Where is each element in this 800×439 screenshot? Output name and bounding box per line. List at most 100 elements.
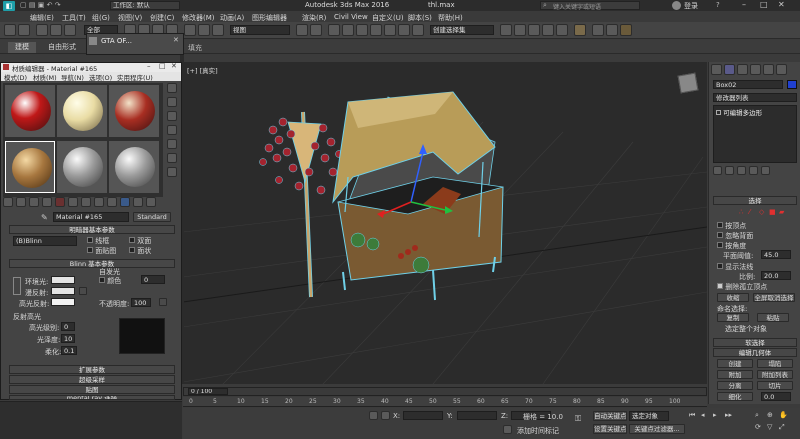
create-tab-icon[interactable] bbox=[711, 64, 722, 75]
edge-icon[interactable]: ⁄ bbox=[749, 208, 750, 216]
hierarchy-tab-icon[interactable] bbox=[737, 64, 748, 75]
sample-type-icon[interactable] bbox=[167, 83, 177, 93]
maximize-icon[interactable]: □ bbox=[760, 0, 768, 9]
undo-tool-icon[interactable] bbox=[4, 24, 16, 36]
zoom-all-icon[interactable]: ⊕ bbox=[767, 411, 773, 419]
attach-button[interactable]: 附加 bbox=[717, 370, 753, 379]
edit-geometry-rollout[interactable]: 编辑几何体 bbox=[713, 348, 797, 357]
toggle-scene-explorer-icon[interactable] bbox=[500, 24, 512, 36]
redo-tool-icon[interactable] bbox=[18, 24, 30, 36]
open-icon[interactable]: ▤ bbox=[29, 1, 36, 9]
snaps-toggle-icon[interactable] bbox=[328, 24, 340, 36]
schematic-view-icon[interactable] bbox=[556, 24, 568, 36]
show-end-result-icon[interactable] bbox=[120, 197, 130, 207]
spinner-snap-icon[interactable] bbox=[370, 24, 382, 36]
viewport-label[interactable]: [+] [真实] bbox=[187, 65, 218, 75]
by-vertex-checkbox[interactable]: 按顶点 bbox=[717, 221, 746, 231]
collapse-button[interactable]: 塌陷 bbox=[757, 359, 793, 368]
user-icon[interactable] bbox=[672, 1, 681, 10]
pan-icon[interactable]: ✋ bbox=[779, 411, 788, 419]
play-icon[interactable]: ▸ bbox=[713, 411, 717, 419]
soften-value[interactable]: 0.1 bbox=[61, 346, 77, 355]
material-name-field[interactable]: Material #165 bbox=[53, 212, 129, 222]
gta-close-icon[interactable]: ✕ bbox=[173, 36, 179, 44]
y-coordinate-field[interactable] bbox=[457, 411, 497, 420]
x-coordinate-field[interactable] bbox=[403, 411, 443, 420]
options-icon[interactable] bbox=[167, 167, 177, 177]
make-unique-icon[interactable] bbox=[68, 197, 78, 207]
reset-map-icon[interactable] bbox=[42, 197, 52, 207]
backlight-icon[interactable] bbox=[167, 97, 177, 107]
close-icon[interactable]: ✕ bbox=[778, 0, 785, 9]
mental-ray-rollout[interactable]: mental ray 连接 bbox=[9, 395, 175, 400]
blinn-basic-rollout[interactable]: Blinn 基本参数 bbox=[9, 259, 175, 268]
material-editor-close-icon[interactable]: ✕ bbox=[171, 62, 177, 70]
frame-counter[interactable]: 0 / 100 bbox=[188, 388, 228, 395]
save-icon[interactable]: ▣ bbox=[38, 1, 45, 9]
sample-slot-6[interactable] bbox=[109, 141, 159, 193]
attach-list-button[interactable]: 附加列表 bbox=[757, 370, 793, 379]
material-editor-maximize-icon[interactable]: □ bbox=[159, 62, 166, 70]
put-to-scene-icon[interactable] bbox=[16, 197, 26, 207]
ribbon-tab-freeform[interactable]: 自由形式 bbox=[42, 42, 82, 53]
me-menu-material[interactable]: 材质(M) bbox=[33, 72, 57, 82]
tessellate-value[interactable]: 0.0 bbox=[761, 392, 791, 401]
login-link[interactable]: 登录 bbox=[684, 1, 698, 11]
unlink-icon[interactable] bbox=[50, 24, 62, 36]
me-menu-mode[interactable]: 模式(D) bbox=[4, 72, 27, 82]
object-name-field[interactable]: Box02 bbox=[713, 80, 783, 89]
maxscript-listener[interactable] bbox=[0, 401, 182, 439]
render-setup-icon[interactable] bbox=[592, 24, 604, 36]
undo-icon[interactable]: ↶ bbox=[47, 1, 53, 9]
make-unique-stack-icon[interactable] bbox=[737, 166, 746, 175]
element-icon[interactable]: ▰ bbox=[779, 208, 784, 216]
me-menu-navigation[interactable]: 导航(N) bbox=[61, 72, 84, 82]
self-illum-value[interactable]: 0 bbox=[141, 275, 165, 284]
rotate-icon[interactable] bbox=[198, 24, 210, 36]
show-end-result-stack-icon[interactable] bbox=[725, 166, 734, 175]
auto-key-button[interactable]: 自动关键点 bbox=[593, 411, 627, 421]
sample-slot-3[interactable] bbox=[109, 85, 159, 137]
sample-slot-1[interactable] bbox=[5, 85, 55, 137]
shader-type-dropdown[interactable]: (B)Blinn bbox=[13, 236, 77, 246]
ambient-swatch[interactable] bbox=[51, 276, 75, 284]
material-id-icon[interactable] bbox=[94, 197, 104, 207]
view-cube-icon[interactable] bbox=[677, 72, 699, 94]
show-map-icon[interactable] bbox=[107, 197, 117, 207]
face-map-checkbox[interactable]: 面贴图 bbox=[87, 246, 116, 256]
skewer-model[interactable] bbox=[259, 111, 343, 298]
key-filters-button[interactable]: 关键点过滤器... bbox=[629, 424, 685, 434]
angle-snap-icon[interactable] bbox=[342, 24, 354, 36]
tessellate-button[interactable]: 细化 bbox=[717, 392, 753, 401]
assign-to-selection-icon[interactable] bbox=[29, 197, 39, 207]
soft-selection-rollout[interactable]: 软选择 bbox=[713, 338, 797, 347]
color-checkbox[interactable]: 颜色 bbox=[99, 276, 121, 286]
me-menu-options[interactable]: 选项(O) bbox=[89, 72, 112, 82]
rendered-frame-window-icon[interactable] bbox=[606, 24, 618, 36]
toggle-layer-explorer-icon[interactable] bbox=[514, 24, 526, 36]
select-all-button[interactable]: 全屏取消选择 bbox=[753, 293, 795, 302]
orbit-icon[interactable]: ⟳ bbox=[755, 423, 761, 431]
help-icon[interactable]: ? bbox=[716, 1, 720, 9]
planar-threshold-value[interactable]: 45.0 bbox=[761, 250, 791, 259]
sample-slot-4[interactable] bbox=[5, 141, 55, 193]
background-icon[interactable] bbox=[167, 111, 177, 121]
polygon-icon[interactable]: ■ bbox=[769, 208, 776, 216]
app-logo-icon[interactable]: ◧ bbox=[3, 1, 15, 11]
field-of-view-icon[interactable]: ▽ bbox=[767, 423, 772, 431]
modify-tab-icon[interactable] bbox=[724, 64, 735, 75]
time-slider[interactable]: 0 / 100 bbox=[183, 387, 707, 396]
delete-material-icon[interactable] bbox=[55, 197, 65, 207]
minimize-icon[interactable]: – bbox=[742, 0, 746, 9]
mirror-icon[interactable] bbox=[398, 24, 410, 36]
add-time-tag-label[interactable]: 添加时间标记 bbox=[517, 426, 559, 436]
opacity-value[interactable]: 100 bbox=[131, 298, 151, 307]
object-color-swatch[interactable] bbox=[787, 80, 797, 89]
percent-snap-icon[interactable] bbox=[356, 24, 368, 36]
go-to-start-icon[interactable]: ⏮ bbox=[689, 411, 695, 420]
diffuse-swatch[interactable] bbox=[51, 287, 75, 295]
uv-tiling-icon[interactable] bbox=[167, 125, 177, 135]
sample-slot-5[interactable] bbox=[57, 141, 107, 193]
material-editor-minimize-icon[interactable]: – bbox=[147, 62, 151, 70]
by-angle-checkbox[interactable]: 按角度 bbox=[717, 241, 746, 251]
